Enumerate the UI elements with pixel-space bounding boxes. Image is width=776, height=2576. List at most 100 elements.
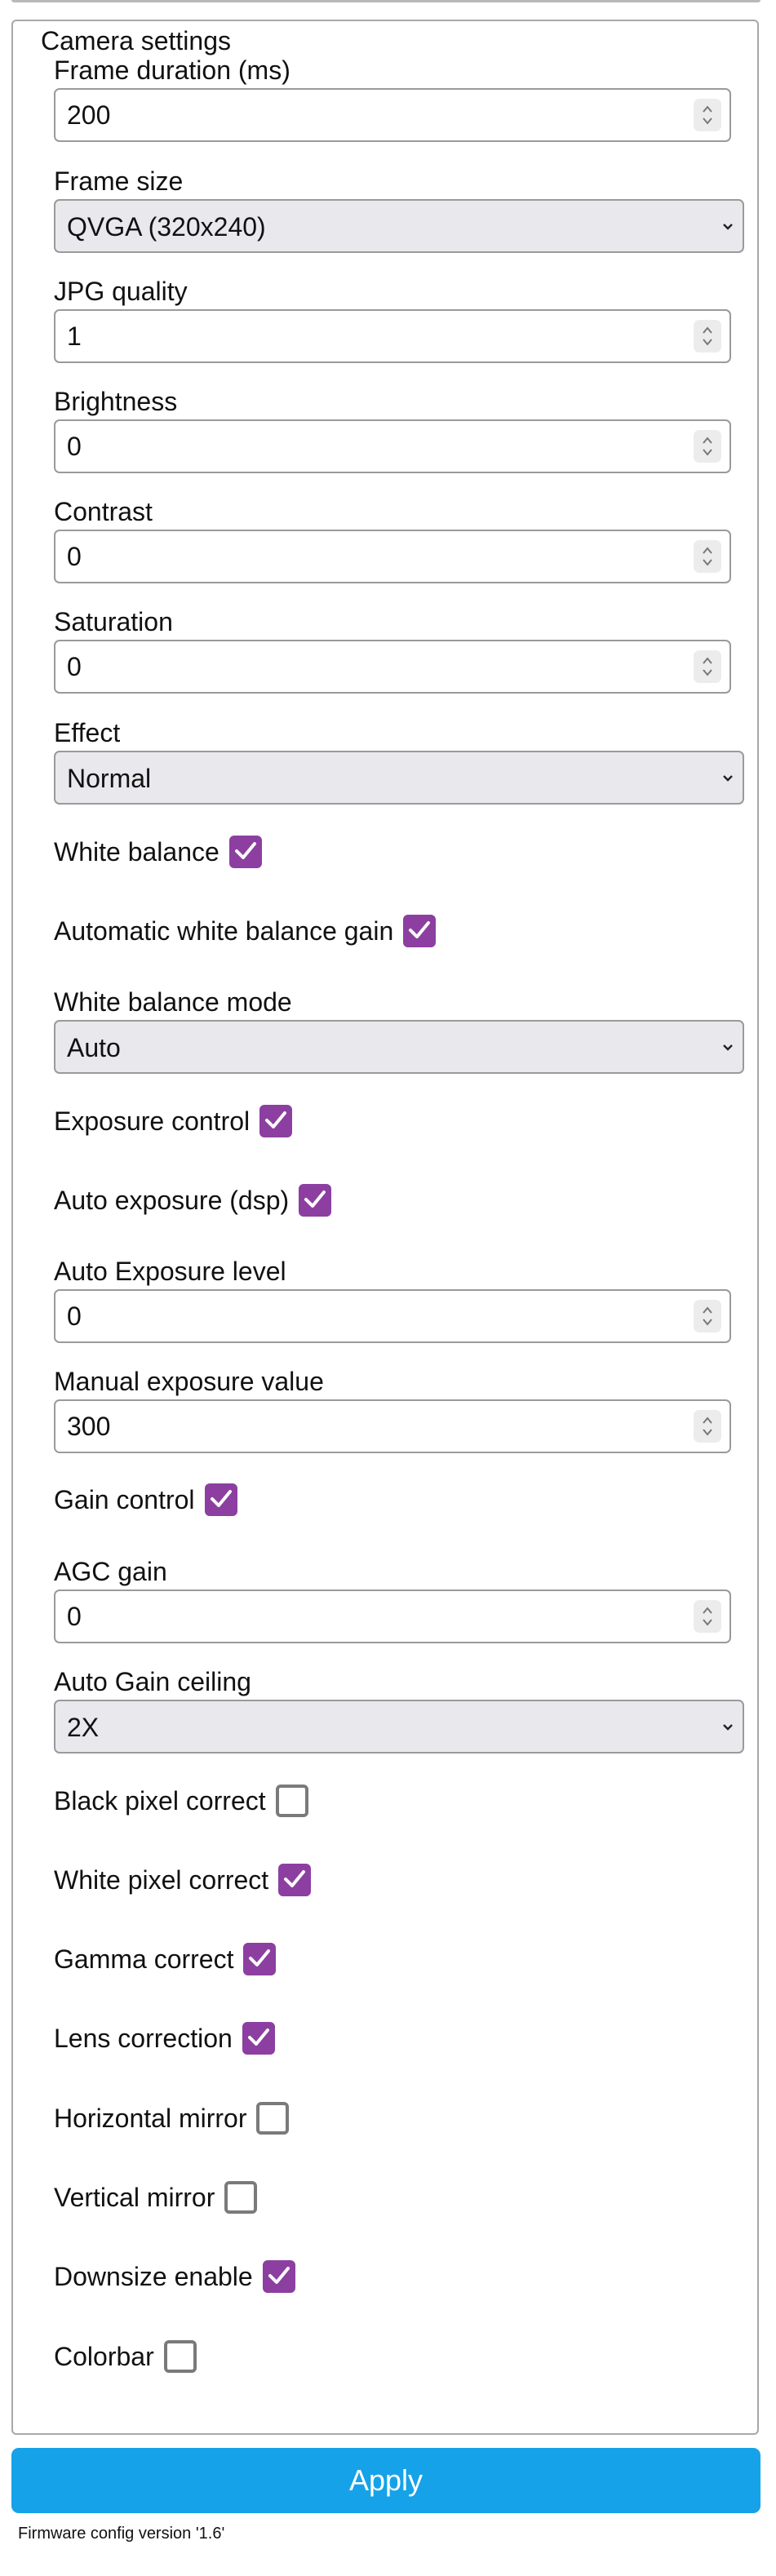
- fieldset-legend: Camera settings: [36, 24, 236, 57]
- chevron-down-icon: [723, 1724, 733, 1731]
- up-down-arrows-icon: [703, 1417, 712, 1436]
- frame-duration-spinner[interactable]: [694, 99, 721, 131]
- white-pixel-correct-checkbox[interactable]: [278, 1864, 312, 1896]
- awb-gain-row[interactable]: Automatic white balance gain: [54, 913, 437, 949]
- up-down-arrows-icon: [703, 657, 712, 676]
- manual-exposure-field[interactable]: [54, 1399, 731, 1453]
- ae-level-spinner[interactable]: [694, 1300, 721, 1332]
- downsize-enable-label: Downsize enable: [54, 2262, 253, 2291]
- frame-size-value: QVGA (320x240): [67, 212, 266, 242]
- gain-ceiling-label: Auto Gain ceiling: [54, 1667, 251, 1696]
- horizontal-mirror-checkbox[interactable]: [256, 2102, 290, 2135]
- up-down-arrows-icon: [703, 105, 712, 125]
- vertical-mirror-row[interactable]: Vertical mirror: [54, 2179, 258, 2215]
- saturation-spinner[interactable]: [694, 650, 721, 683]
- contrast-field[interactable]: [54, 530, 731, 583]
- gain-ceiling-value: 2X: [67, 1713, 100, 1742]
- saturation-field[interactable]: [54, 640, 731, 694]
- firmware-version-text: Firmware config version '1.6': [18, 2525, 225, 2543]
- wb-mode-label: White balance mode: [54, 987, 292, 1017]
- gain-control-row[interactable]: Gain control: [54, 1482, 237, 1518]
- up-down-arrows-icon: [703, 1607, 712, 1626]
- agc-gain-label: AGC gain: [54, 1557, 167, 1586]
- agc-gain-field[interactable]: [54, 1589, 731, 1643]
- lens-correction-checkbox[interactable]: [242, 2022, 275, 2055]
- up-down-arrows-icon: [703, 326, 712, 346]
- exposure-control-row[interactable]: Exposure control: [54, 1103, 293, 1139]
- gamma-correct-row[interactable]: Gamma correct: [54, 1941, 277, 1977]
- contrast-input[interactable]: [67, 538, 703, 575]
- contrast-spinner[interactable]: [694, 540, 721, 573]
- checkmark-icon: [210, 1490, 232, 1507]
- contrast-label: Contrast: [54, 497, 153, 526]
- checkmark-icon: [247, 2028, 269, 2046]
- auto-exposure-dsp-row[interactable]: Auto exposure (dsp): [54, 1182, 332, 1218]
- up-down-arrows-icon: [703, 437, 712, 456]
- white-balance-checkbox[interactable]: [228, 836, 262, 868]
- awb-gain-checkbox[interactable]: [403, 915, 437, 947]
- gain-control-label: Gain control: [54, 1485, 195, 1514]
- colorbar-checkbox[interactable]: [163, 2340, 197, 2373]
- manual-exposure-input[interactable]: [67, 1408, 703, 1445]
- chevron-down-icon: [723, 1044, 733, 1051]
- colorbar-row[interactable]: Colorbar: [54, 2339, 197, 2374]
- chevron-down-icon: [723, 224, 733, 230]
- vertical-mirror-checkbox[interactable]: [224, 2181, 258, 2214]
- checkmark-icon: [249, 1949, 271, 1966]
- auto-exposure-dsp-label: Auto exposure (dsp): [54, 1186, 290, 1215]
- frame-size-label: Frame size: [54, 166, 184, 196]
- frame-size-select[interactable]: QVGA (320x240): [54, 199, 744, 253]
- white-pixel-correct-label: White pixel correct: [54, 1865, 269, 1895]
- brightness-field[interactable]: [54, 419, 731, 473]
- lens-correction-label: Lens correction: [54, 2024, 233, 2053]
- wb-mode-value: Auto: [67, 1033, 121, 1062]
- white-pixel-correct-row[interactable]: White pixel correct: [54, 1862, 312, 1898]
- top-divider: [11, 0, 760, 2]
- checkmark-icon: [304, 1190, 326, 1208]
- ae-level-field[interactable]: [54, 1289, 731, 1343]
- chevron-down-icon: [723, 775, 733, 782]
- exposure-control-label: Exposure control: [54, 1106, 251, 1136]
- saturation-label: Saturation: [54, 607, 173, 636]
- black-pixel-correct-checkbox[interactable]: [275, 1785, 308, 1817]
- white-balance-row[interactable]: White balance: [54, 834, 262, 870]
- frame-duration-input[interactable]: [67, 96, 703, 134]
- auto-exposure-dsp-checkbox[interactable]: [299, 1184, 332, 1217]
- frame-duration-field[interactable]: [54, 88, 731, 142]
- apply-button[interactable]: Apply: [11, 2448, 760, 2513]
- agc-gain-input[interactable]: [67, 1598, 703, 1635]
- exposure-control-checkbox[interactable]: [259, 1105, 293, 1137]
- downsize-enable-row[interactable]: Downsize enable: [54, 2259, 295, 2294]
- up-down-arrows-icon: [703, 1306, 712, 1326]
- lens-correction-row[interactable]: Lens correction: [54, 2020, 275, 2056]
- checkmark-icon: [284, 1870, 306, 1887]
- awb-gain-label: Automatic white balance gain: [54, 916, 394, 946]
- wb-mode-select[interactable]: Auto: [54, 1020, 744, 1074]
- saturation-input[interactable]: [67, 648, 703, 685]
- ae-level-input[interactable]: [67, 1297, 703, 1335]
- checkmark-icon: [234, 842, 256, 859]
- black-pixel-correct-label: Black pixel correct: [54, 1786, 266, 1816]
- agc-gain-spinner[interactable]: [694, 1600, 721, 1633]
- camera-settings-fieldset: Camera settings Frame duration (ms) Fram…: [11, 20, 759, 2435]
- gain-control-checkbox[interactable]: [204, 1483, 237, 1516]
- effect-select[interactable]: Normal: [54, 751, 744, 805]
- horizontal-mirror-label: Horizontal mirror: [54, 2104, 247, 2133]
- jpg-quality-field[interactable]: [54, 309, 731, 363]
- gain-ceiling-select[interactable]: 2X: [54, 1700, 744, 1754]
- horizontal-mirror-row[interactable]: Horizontal mirror: [54, 2100, 290, 2136]
- white-balance-label: White balance: [54, 837, 219, 867]
- ae-level-label: Auto Exposure level: [54, 1257, 286, 1286]
- downsize-enable-checkbox[interactable]: [262, 2260, 295, 2293]
- gamma-correct-checkbox[interactable]: [243, 1943, 277, 1975]
- black-pixel-correct-row[interactable]: Black pixel correct: [54, 1783, 308, 1819]
- manual-exposure-spinner[interactable]: [694, 1410, 721, 1443]
- brightness-spinner[interactable]: [694, 430, 721, 463]
- jpg-quality-input[interactable]: [67, 317, 703, 355]
- checkmark-icon: [265, 1111, 287, 1128]
- brightness-input[interactable]: [67, 428, 703, 465]
- vertical-mirror-label: Vertical mirror: [54, 2183, 215, 2212]
- jpg-quality-spinner[interactable]: [694, 320, 721, 352]
- manual-exposure-label: Manual exposure value: [54, 1367, 324, 1396]
- effect-value: Normal: [67, 764, 152, 793]
